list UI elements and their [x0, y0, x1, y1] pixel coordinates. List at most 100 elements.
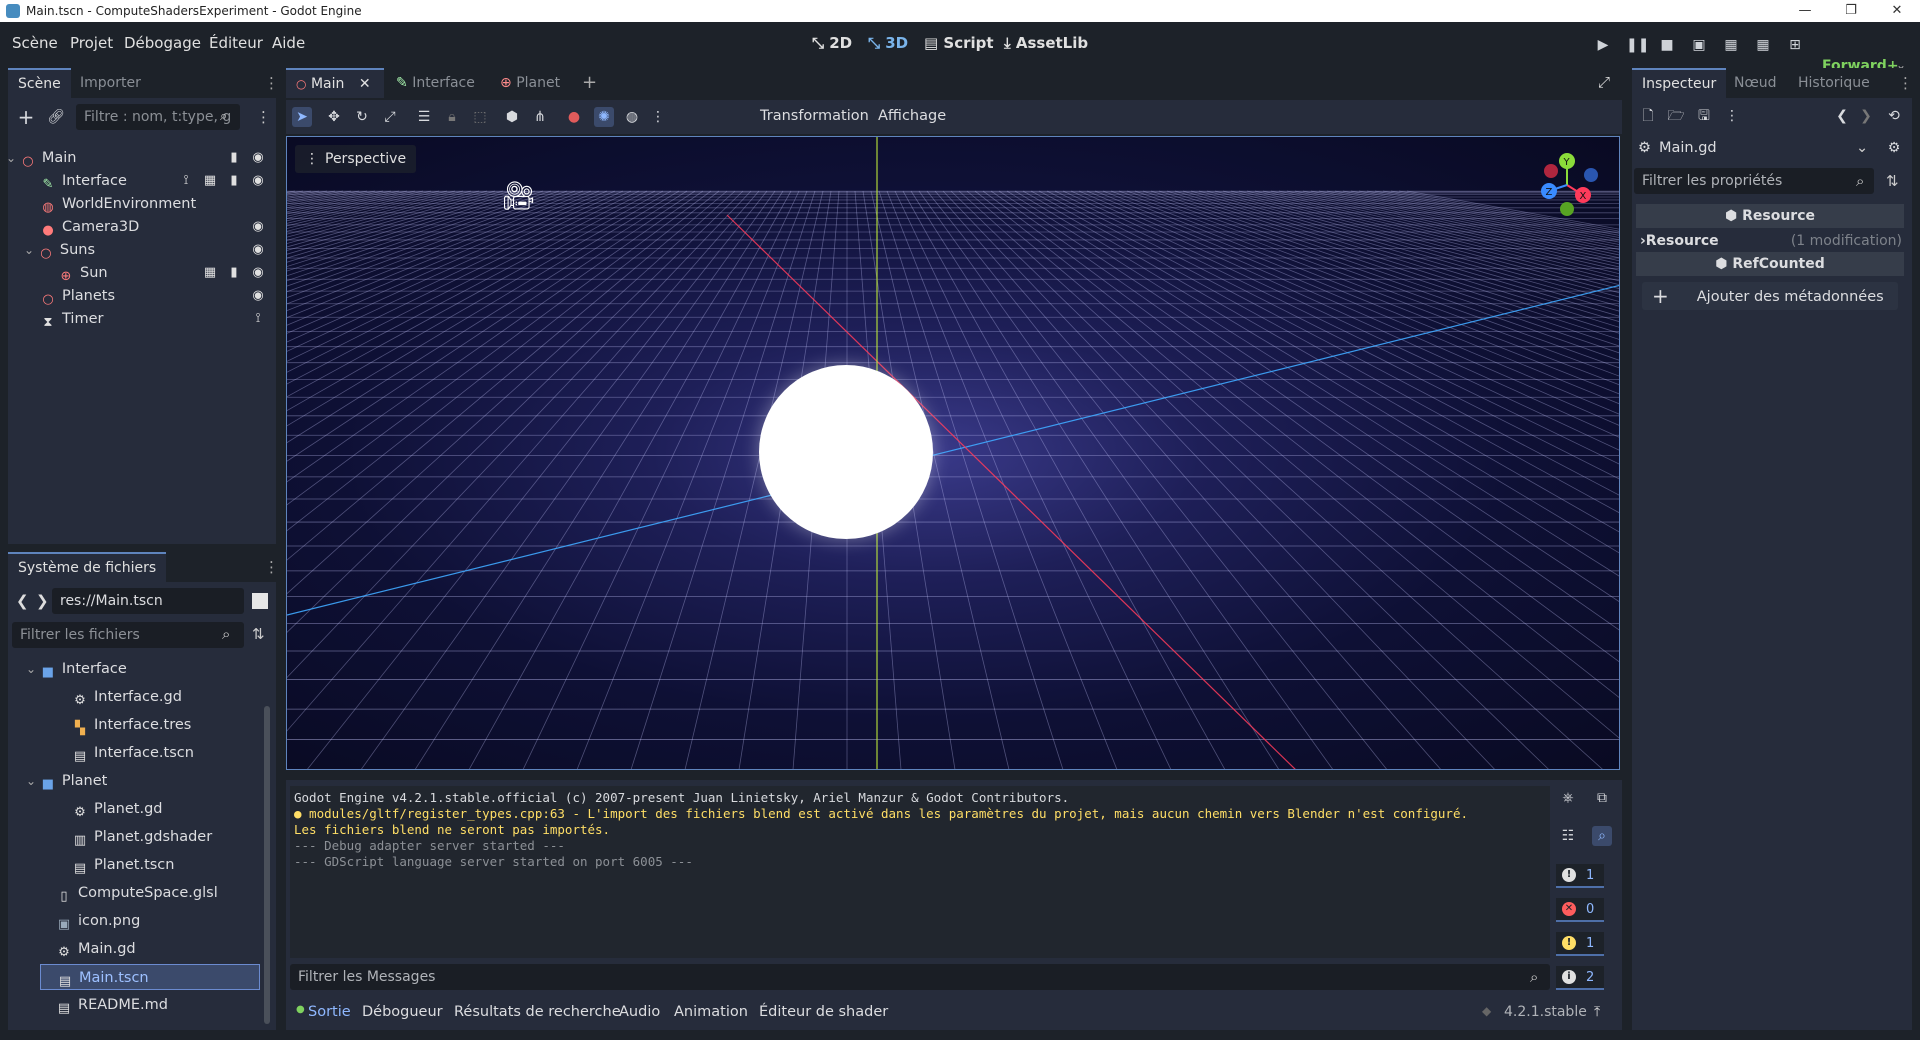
back-icon[interactable]: ❮ — [16, 592, 29, 610]
clapper-icon[interactable]: ▦ — [203, 174, 217, 188]
local-space-icon[interactable]: ⬢ — [502, 107, 522, 127]
script-icon[interactable]: ▮ — [227, 266, 241, 280]
close-tab-icon[interactable]: ✕ — [359, 76, 371, 92]
visibility-icon[interactable]: ◉ — [251, 266, 265, 280]
file-item[interactable]: ▣ icon.png — [56, 908, 140, 934]
add-tab-icon[interactable]: + — [582, 72, 597, 93]
tab-output[interactable]: Sortie — [308, 1004, 351, 1020]
transform-menu[interactable]: Transformation — [760, 108, 869, 124]
select-mode-icon[interactable]: ➤ — [292, 107, 312, 127]
visibility-icon[interactable]: ◉ — [251, 243, 265, 257]
copy-output-icon[interactable]: ⧉ — [1592, 788, 1612, 808]
snap-icon[interactable]: ⋔ — [530, 107, 550, 127]
clapper-icon[interactable]: ▦ — [203, 266, 217, 280]
minimize-icon[interactable]: — — [1782, 0, 1828, 22]
tab-main[interactable]: ○ Main ✕ — [286, 68, 384, 98]
add-metadata-button[interactable]: + Ajouter des métadonnées — [1642, 282, 1898, 310]
mode-3d-button[interactable]: ⤡ 3D — [868, 34, 908, 52]
move-mode-icon[interactable]: ✥ — [324, 107, 344, 127]
scene-options-icon[interactable]: ⋮ — [256, 108, 271, 126]
camera-gizmo-icon[interactable]: 🎥︎ — [501, 179, 537, 212]
signal-icon[interactable]: ⟟ — [179, 174, 193, 188]
file-item[interactable]: ▯ ComputeSpace.glsl — [56, 880, 217, 906]
visibility-icon[interactable]: ◉ — [251, 289, 265, 303]
play-scene-icon[interactable]: ▦ — [1722, 36, 1740, 54]
message-counter[interactable]: ✕ 0 — [1556, 898, 1604, 922]
script-icon[interactable]: ▮ — [227, 174, 241, 188]
play-icon[interactable]: ▶ — [1594, 36, 1612, 54]
fs-scrollbar[interactable] — [264, 706, 270, 1024]
split-view-icon[interactable] — [252, 593, 268, 609]
menu-editor[interactable]: Éditeur — [209, 34, 263, 52]
dock-menu-icon[interactable]: ⋮ — [264, 74, 279, 92]
new-resource-icon[interactable]: 🗋︎ — [1638, 106, 1658, 126]
message-counter[interactable]: ! 1 — [1556, 864, 1604, 888]
menu-debug[interactable]: Débogage — [124, 34, 201, 52]
sort-icon[interactable]: ⇅ — [252, 625, 265, 643]
script-icon[interactable]: ▮ — [227, 151, 241, 165]
object-properties-icon[interactable]: ⚙ — [1884, 138, 1904, 158]
visibility-icon[interactable]: ◉ — [251, 174, 265, 188]
view-menu[interactable]: Affichage — [878, 108, 946, 124]
restore-icon[interactable]: ❐ — [1828, 0, 1874, 22]
section-resource[interactable]: ⬢ Resource — [1636, 204, 1904, 228]
expand-panel-icon[interactable]: ⤒ — [1594, 1004, 1600, 1020]
visibility-icon[interactable]: ◉ — [251, 151, 265, 165]
tab-node[interactable]: Nœud — [1724, 68, 1787, 98]
object-history-icon[interactable]: ⟲ — [1884, 106, 1904, 126]
list-select-icon[interactable]: ☰ — [414, 107, 434, 127]
property-filter-input[interactable]: Filtrer les propriétés — [1634, 168, 1874, 194]
message-counter[interactable]: i2 — [1556, 966, 1604, 990]
fs-path-input[interactable]: res://Main.tscn — [52, 588, 244, 614]
view-gizmo[interactable]: X Y Z — [1527, 145, 1607, 225]
property-resource[interactable]: ›Resource (1 modification) — [1640, 230, 1904, 252]
collapse-icon[interactable]: ☷ — [1558, 826, 1578, 846]
history-forward-icon[interactable]: ❯ — [1856, 106, 1876, 126]
environment-preview-icon[interactable]: ◍ — [622, 107, 642, 127]
file-item[interactable]: ⌄ ■ Interface — [26, 656, 127, 682]
movie-maker-icon[interactable]: ⊞ — [1786, 36, 1804, 54]
signal-icon[interactable]: ⟟ — [251, 312, 265, 326]
file-item[interactable]: ▤ Planet.tscn — [72, 852, 175, 878]
menu-help[interactable]: Aide — [272, 34, 305, 52]
mode-assetlib-button[interactable]: ⤓ AssetLib — [1004, 34, 1088, 52]
output-filter-input[interactable]: Filtrer les Messages — [290, 964, 1550, 990]
file-item[interactable]: ⚙ Interface.gd — [72, 684, 182, 710]
resource-path[interactable]: ⚙ Main.gd ⌄ — [1634, 134, 1872, 162]
stop-icon[interactable]: ■ — [1658, 36, 1676, 54]
scene-node[interactable]: ⧗ Timer — [40, 306, 103, 332]
clear-output-icon[interactable]: ⎈ — [1558, 788, 1578, 808]
sun-preview-icon[interactable]: ✺ — [594, 107, 614, 127]
forward-icon[interactable]: ❯ — [36, 592, 49, 610]
viewport-options-icon[interactable]: ⋮ — [648, 107, 668, 127]
lock-icon[interactable]: 🔒︎ — [442, 107, 462, 127]
output-search-icon[interactable]: ⌕ — [1592, 826, 1612, 846]
file-item[interactable]: ▥ Planet.gdshader — [72, 824, 212, 850]
history-back-icon[interactable]: ❮ — [1832, 106, 1852, 126]
file-item[interactable]: ⌄ ■ Planet — [26, 768, 107, 794]
tab-scene[interactable]: Scène — [8, 68, 71, 98]
file-item[interactable]: ▤ Interface.tscn — [72, 740, 194, 766]
rotate-mode-icon[interactable]: ↻ — [352, 107, 372, 127]
tab-history[interactable]: Historique — [1788, 68, 1880, 98]
link-icon[interactable]: 🔗︎ — [46, 107, 66, 127]
file-item[interactable]: ▤ README.md — [56, 992, 168, 1018]
perspective-button[interactable]: ⋮ Perspective — [295, 145, 417, 173]
fs-dock-menu-icon[interactable]: ⋮ — [264, 558, 279, 576]
save-resource-icon[interactable]: 🖫︎ — [1694, 106, 1714, 126]
tab-animation[interactable]: Animation — [674, 1004, 748, 1020]
collapse-arrow-icon[interactable]: ⌄ — [26, 774, 40, 788]
property-options-icon[interactable]: ⇅ — [1886, 172, 1899, 190]
tab-inspector[interactable]: Inspecteur — [1632, 68, 1727, 98]
tab-planet[interactable]: ⊕ Planet — [490, 68, 570, 98]
collapse-arrow-icon[interactable]: ⌄ — [24, 243, 38, 257]
camera-preview-icon[interactable]: ● — [564, 107, 584, 127]
pause-icon[interactable]: ❚❚ — [1626, 36, 1649, 54]
open-resource-icon[interactable]: 🗁︎ — [1666, 106, 1686, 126]
tab-audio[interactable]: Audio — [619, 1004, 660, 1020]
mode-script-button[interactable]: ▤ Script — [924, 34, 994, 52]
visibility-icon[interactable]: ◉ — [251, 220, 265, 234]
menu-scene[interactable]: Scène — [12, 34, 58, 52]
file-item[interactable]: ▤ Main.tscn — [40, 964, 260, 990]
group-icon[interactable]: ⬚ — [470, 107, 490, 127]
